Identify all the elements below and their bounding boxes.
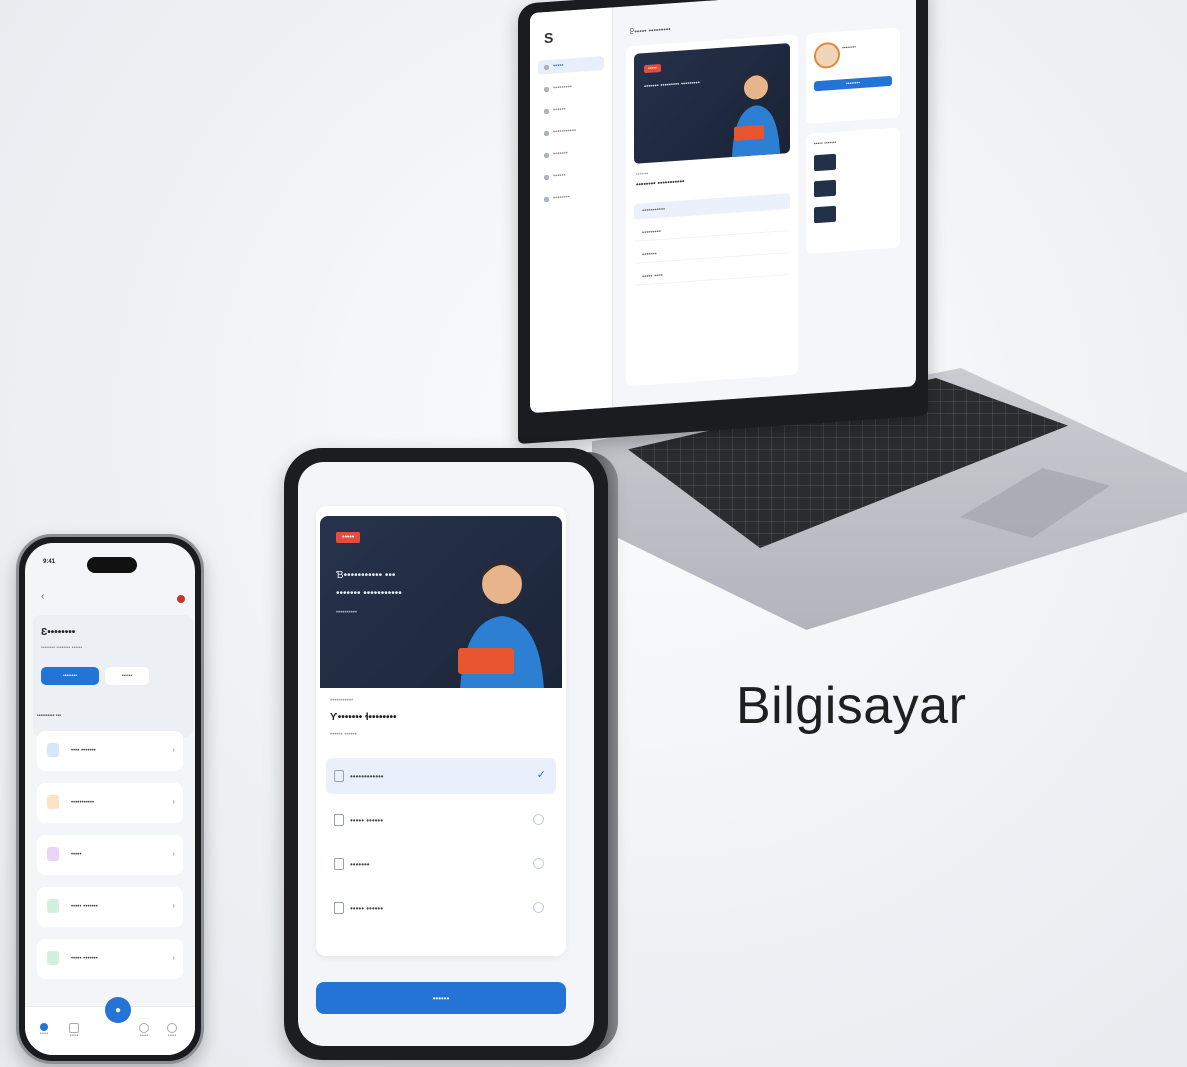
document-icon	[334, 814, 344, 826]
phone-device: 9:41 ‹ Ɛ•••••••• •••••••• •••••••• •••••…	[16, 534, 204, 1064]
video-title: ••••••• ••••••••• •••••••••	[644, 80, 700, 91]
profile-name: ••••••••	[842, 44, 857, 52]
book-icon	[47, 795, 59, 809]
calendar-icon	[69, 1023, 79, 1033]
chevron-right-icon: ›	[172, 901, 175, 910]
list-item[interactable]: ••••• ••••••• ›	[37, 939, 183, 979]
chevron-right-icon: ›	[172, 953, 175, 962]
tablet-device: ••••• Ɓ••••••••••• ••• ••••••• •••••••••…	[284, 448, 608, 1060]
related-title: ••••• •••••••	[814, 139, 837, 148]
check-icon: ✓	[536, 769, 546, 781]
nav-item[interactable]: •••••	[67, 1023, 81, 1039]
sidebar-item[interactable]: •••••••	[538, 144, 604, 163]
teacher-illustration	[458, 563, 544, 688]
laptop-sidebar: S ••••• ••••••••• •••••• ••••••••••• •••…	[530, 7, 613, 414]
user-icon	[544, 174, 549, 180]
home-icon	[40, 1023, 48, 1031]
chevron-right-icon: ›	[172, 849, 175, 858]
device-caption: Bilgisayar	[736, 677, 967, 735]
laptop-screen: S ••••• ••••••••• •••••• ••••••••••• •••…	[530, 0, 916, 414]
secondary-button[interactable]: ••••••	[105, 667, 149, 685]
video-player[interactable]: ••••• Ɓ••••••••••• ••• ••••••• •••••••••…	[320, 516, 562, 688]
sidebar-item[interactable]: ••••••	[538, 166, 604, 185]
lesson-row[interactable]: ••••• ••••	[634, 258, 790, 286]
document-icon	[334, 902, 344, 914]
sidebar-item[interactable]: •••••	[538, 55, 604, 75]
dynamic-island	[87, 557, 137, 573]
list-item[interactable]: ••••• ›	[37, 835, 183, 875]
page-title: Ⴒ••••• •••••••••	[630, 26, 671, 37]
back-icon[interactable]: ‹	[41, 591, 44, 602]
gear-icon	[544, 196, 549, 202]
lesson-option[interactable]: ••••• ••••••	[326, 802, 556, 838]
lesson-option[interactable]: ••••• ••••••	[326, 890, 556, 926]
sidebar-item[interactable]: ••••••••	[538, 188, 604, 207]
sidebar-item[interactable]: •••••••••	[538, 78, 604, 97]
teacher-illustration	[732, 74, 780, 158]
phone-icon	[47, 743, 59, 757]
home-icon	[544, 64, 549, 70]
nav-item[interactable]: •••••	[137, 1023, 151, 1039]
chevron-right-icon: ›	[172, 797, 175, 806]
tablet-screen: ••••• Ɓ••••••••••• ••• ••••••• •••••••••…	[298, 462, 594, 1046]
lesson-option[interactable]: •••••••••••• ✓	[326, 758, 556, 794]
video-thumbnail[interactable]	[814, 179, 836, 198]
video-thumbnail[interactable]	[814, 205, 836, 224]
calendar-icon	[47, 899, 59, 913]
lesson-label: •••••••••••	[330, 698, 354, 704]
avatar[interactable]	[177, 595, 185, 603]
radio-icon	[533, 902, 544, 913]
page-subtitle: •••••••• •••••••• ••••••	[41, 645, 83, 651]
document-icon	[334, 858, 344, 870]
list-item[interactable]: •••• ••••••• ›	[37, 731, 183, 771]
lesson-label: •••••••	[636, 170, 649, 178]
lesson-option[interactable]: •••••••	[326, 846, 556, 882]
document-icon	[334, 770, 344, 782]
user-icon	[167, 1023, 177, 1033]
lesson-heading: Ƴ••••••• ɬ••••••••	[330, 712, 397, 723]
section-title: •••••••••• •••	[37, 713, 62, 719]
calendar-icon	[544, 108, 549, 114]
nav-home[interactable]: •••••	[37, 1023, 51, 1037]
nav-item[interactable]: •••••	[165, 1023, 179, 1039]
related-list: ••••• •••••••	[806, 127, 900, 254]
profile-card: •••••••• ••••••••	[806, 27, 900, 124]
message-icon	[544, 152, 549, 158]
video-title-line: ••••••• •••••••••••	[336, 588, 402, 599]
list-item[interactable]: ••••• ••••••• ›	[37, 887, 183, 927]
chart-icon	[47, 847, 59, 861]
video-player[interactable]: ••••• ••••••• ••••••••• •••••••••	[634, 42, 790, 164]
video-subtitle: ••••••••••	[336, 610, 358, 616]
app-logo: S	[544, 29, 554, 47]
document-icon	[47, 951, 59, 965]
lesson-title: •••••••• •••••••••••	[636, 178, 685, 189]
bottom-nav: ● ••••• ••••• ••••• •••••	[25, 997, 195, 1055]
live-badge: •••••	[336, 532, 361, 543]
chevron-right-icon: ›	[172, 745, 175, 754]
sidebar-item[interactable]: ••••••	[538, 100, 604, 119]
avatar	[814, 41, 840, 70]
video-thumbnail[interactable]	[814, 153, 836, 172]
radio-icon	[533, 814, 544, 825]
page-title: Ɛ••••••••	[41, 627, 76, 638]
continue-button[interactable]: ••••••	[316, 982, 566, 1014]
phone-screen: 9:41 ‹ Ɛ•••••••• •••••••• •••••••• •••••…	[25, 543, 195, 1055]
list-item[interactable]: ••••••••••• ›	[37, 783, 183, 823]
live-badge: •••••	[644, 64, 661, 74]
radio-icon	[533, 858, 544, 869]
chart-icon	[544, 130, 549, 136]
profile-button[interactable]: ••••••••	[814, 75, 892, 92]
primary-button[interactable]: ••••••••	[41, 667, 99, 685]
lesson-card: ••••• Ɓ••••••••••• ••• ••••••• •••••••••…	[316, 506, 566, 956]
laptop-lid: S ••••• ••••••••• •••••• ••••••••••• •••…	[518, 0, 928, 444]
status-time: 9:41	[43, 559, 56, 565]
video-title-line: Ɓ••••••••••• •••	[336, 570, 396, 581]
sidebar-item[interactable]: •••••••••••	[538, 122, 604, 141]
lesson-panel: ••••• ••••••• ••••••••• ••••••••• ••••••…	[626, 34, 798, 387]
book-icon	[544, 86, 549, 92]
lesson-subheading: •••••• ••••••	[330, 732, 357, 738]
bell-icon	[139, 1023, 149, 1033]
add-icon[interactable]: ●	[105, 997, 131, 1023]
